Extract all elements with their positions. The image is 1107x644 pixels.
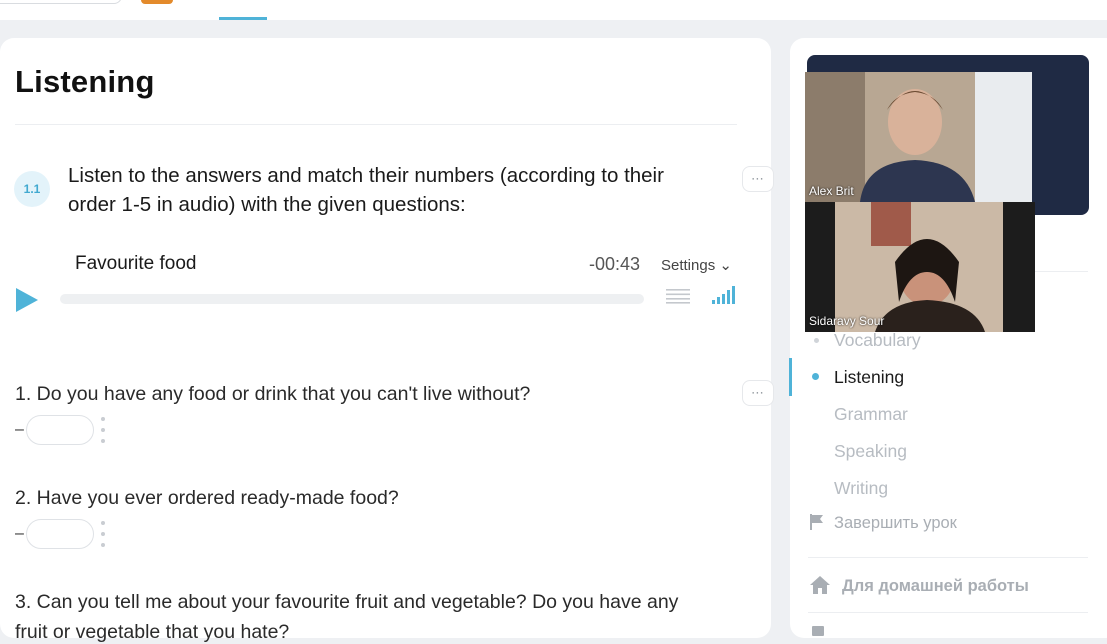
drag-handle-icon[interactable]: [100, 417, 106, 443]
drag-handle-icon[interactable]: [100, 521, 106, 547]
participant-name: Alex Brit: [809, 184, 854, 198]
question-1: 1. Do you have any food or drink that yo…: [15, 383, 531, 405]
answer-row-2: –: [15, 518, 106, 550]
top-search-field[interactable]: [0, 0, 122, 4]
exercise-instruction: Listen to the answers and match their nu…: [68, 164, 664, 216]
video-tile-alex[interactable]: Alex Brit: [805, 72, 1032, 202]
audio-title: Favourite food: [75, 253, 197, 274]
answer-drop-field-1[interactable]: [25, 415, 94, 445]
question-3: 3. Can you tell me about your favourite …: [15, 591, 679, 613]
top-bar: [0, 0, 1107, 20]
sidebar-item-writing[interactable]: Writing: [834, 478, 888, 499]
active-tab-indicator: [219, 17, 267, 20]
play-icon[interactable]: [14, 287, 40, 313]
audio-progress-bar[interactable]: [60, 294, 644, 304]
audio-time-remaining: -00:43: [589, 254, 641, 274]
question-more-button[interactable]: ⋯: [742, 380, 774, 406]
answer-dash: –: [15, 525, 24, 542]
more-icon: ⋯: [751, 171, 765, 186]
sidebar-item-listening[interactable]: Listening: [834, 367, 904, 388]
app-icon[interactable]: [141, 0, 173, 4]
chevron-down-icon: ⌄: [719, 257, 732, 274]
participant-name: Sidaravy Sour: [809, 314, 885, 328]
transcript-icon[interactable]: [666, 288, 690, 304]
finish-lesson-button[interactable]: Завершить урок: [834, 514, 957, 533]
volume-bars-icon[interactable]: [711, 286, 737, 304]
sidebar-item-speaking[interactable]: Speaking: [834, 441, 907, 462]
audio-settings-label: Settings: [661, 257, 716, 274]
exercise-more-button[interactable]: ⋯: [742, 166, 774, 192]
exercise-number-badge: 1.1: [14, 171, 50, 207]
participant-video-feed: [805, 72, 1032, 202]
video-tile-sidaravy[interactable]: Sidaravy Sour: [805, 202, 1035, 332]
answer-drop-field-2[interactable]: [25, 519, 94, 549]
answer-row-1: –: [15, 414, 106, 446]
nav-active-dot: [812, 373, 819, 380]
flag-icon: [810, 514, 823, 530]
sidebar-item-grammar[interactable]: Grammar: [834, 404, 908, 425]
homework-link[interactable]: Для домашней работы: [842, 577, 1029, 596]
document-icon: [812, 626, 824, 636]
answer-dash: –: [15, 421, 24, 438]
nav-status-dot: [814, 338, 819, 343]
home-icon: [810, 576, 830, 594]
sidebar-divider: [808, 612, 1088, 613]
sidebar-divider: [808, 557, 1088, 558]
title-divider: [15, 124, 737, 125]
participant-video-feed: [805, 202, 1035, 332]
nav-active-indicator: [789, 358, 792, 396]
question-2: 2. Have you ever ordered ready-made food…: [15, 487, 399, 509]
lesson-card: [0, 38, 771, 638]
page-title: Listening: [15, 64, 155, 99]
audio-settings-dropdown[interactable]: Settings ⌄: [661, 256, 732, 274]
more-icon: ⋯: [751, 385, 765, 400]
sidebar-item-vocabulary[interactable]: Vocabulary: [834, 330, 921, 351]
